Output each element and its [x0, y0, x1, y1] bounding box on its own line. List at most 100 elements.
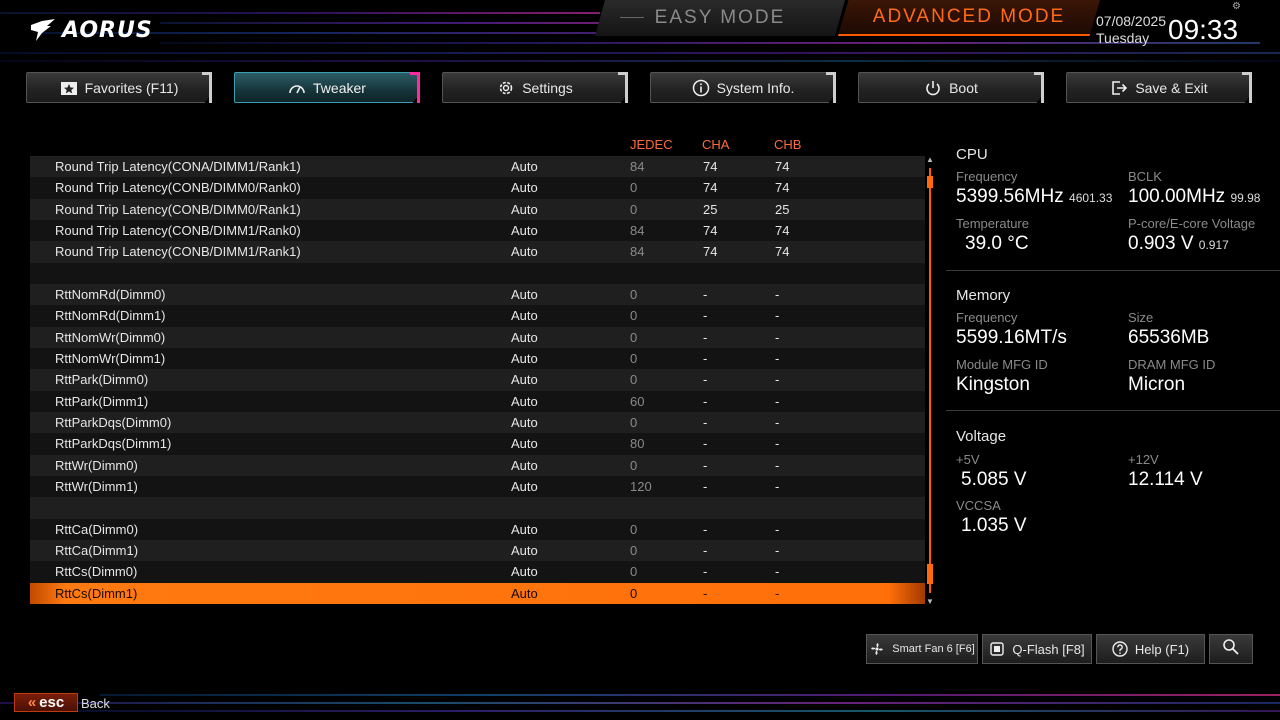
- scroll-down-icon[interactable]: ▼: [926, 598, 934, 606]
- table-row[interactable]: RttPark(Dimm1) Auto 60 - -: [30, 390, 925, 412]
- easy-mode-dash: [620, 17, 644, 18]
- cha-value: -: [703, 329, 708, 345]
- table-row[interactable]: Round Trip Latency(CONB/DIMM1/Rank0) Auto…: [30, 219, 925, 242]
- tab-save-exit[interactable]: Save & Exit: [1066, 72, 1252, 103]
- bclk-value: 100.00MHz 99.98: [1128, 186, 1260, 208]
- chb-value: -: [775, 329, 780, 345]
- chb-value: -: [775, 393, 780, 409]
- v12-value: 12.114 V: [1128, 469, 1203, 490]
- tab-favorites[interactable]: Favorites (F11): [26, 72, 212, 103]
- fan-icon: [869, 641, 885, 657]
- scrollbar[interactable]: ▲ ▼: [926, 156, 934, 606]
- chb-value: 74: [775, 159, 790, 174]
- cha-value: -: [703, 542, 708, 558]
- table-row[interactable]: RttCa(Dimm0) Auto 0 - -: [30, 518, 925, 540]
- scroll-track[interactable]: [929, 168, 931, 593]
- setting-name: RttNomWr(Dimm1): [55, 350, 166, 366]
- tab-settings[interactable]: Settings: [442, 72, 628, 103]
- power-icon: [924, 79, 942, 97]
- qflash-button[interactable]: Q-Flash [F8]: [982, 634, 1092, 664]
- table-row[interactable]: RttCs(Dimm1) Auto 0 - -: [30, 582, 925, 604]
- temperature-value: 39.0 °C: [965, 233, 1029, 254]
- table-row[interactable]: Round Trip Latency(CONA/DIMM1/Rank1) Auto…: [30, 156, 925, 178]
- footer-decoration: [0, 690, 1280, 720]
- setting-name: RttNomWr(Dimm0): [55, 329, 166, 345]
- table-row[interactable]: RttParkDqs(Dimm0) Auto 0 - -: [30, 411, 925, 434]
- easy-mode-button[interactable]: EASY MODE: [595, 0, 845, 36]
- temperature-label: Temperature: [956, 216, 1029, 231]
- setting-value: Auto: [511, 180, 538, 196]
- table-row[interactable]: Round Trip Latency(CONB/DIMM0/Rank1) Auto…: [30, 198, 925, 220]
- memory-frequency-label: Frequency: [956, 310, 1018, 325]
- tab-system-info[interactable]: System Info.: [650, 72, 836, 103]
- tab-favorites-accent: [202, 72, 212, 103]
- cpu-section-title: CPU: [956, 146, 988, 163]
- advanced-mode-label: ADVANCED MODE: [872, 6, 1066, 27]
- jedec-value: 84: [630, 244, 645, 260]
- jedec-value: 0: [630, 521, 638, 537]
- table-row[interactable]: RttParkDqs(Dimm1) Auto 80 - -: [30, 433, 925, 455]
- dram-mfg-value: Micron: [1128, 374, 1186, 395]
- setting-value: Auto: [511, 414, 538, 430]
- tab-settings-accent: [618, 72, 628, 103]
- setting-name: Round Trip Latency(CONB/DIMM1/Rank1): [55, 244, 301, 260]
- settings-list: Round Trip Latency(CONA/DIMM1/Rank1) Auto…: [30, 156, 925, 604]
- chb-value: -: [775, 414, 780, 430]
- setting-value: Auto: [511, 201, 538, 217]
- settings-gear-icon[interactable]: ⚙: [1232, 1, 1242, 12]
- tab-boot[interactable]: Boot: [858, 72, 1044, 103]
- brand-name: AORUS: [62, 17, 153, 43]
- scroll-thumb[interactable]: [927, 176, 933, 188]
- table-row[interactable]: Round Trip Latency(CONB/DIMM1/Rank1) Auto…: [30, 241, 925, 263]
- search-button[interactable]: [1209, 634, 1253, 664]
- advanced-mode-button[interactable]: ADVANCED MODE: [838, 0, 1100, 36]
- setting-value: Auto: [511, 585, 538, 601]
- table-row[interactable]: RttCa(Dimm1) Auto 0 - -: [30, 539, 925, 562]
- help-button[interactable]: Help (F1): [1096, 634, 1205, 664]
- bclk-label: BCLK: [1128, 169, 1162, 184]
- bclk: 100.00MHz: [1128, 186, 1226, 207]
- scroll-up-icon[interactable]: ▲: [926, 156, 934, 164]
- tab-save-exit-label: Save & Exit: [1135, 79, 1208, 96]
- jedec-value: 120: [630, 478, 652, 494]
- help-label: Help (F1): [1134, 641, 1190, 657]
- cha-value: -: [703, 414, 708, 430]
- help-icon: [1112, 641, 1128, 657]
- setting-name: Round Trip Latency(CONA/DIMM1/Rank1): [55, 159, 301, 174]
- smart-fan-button[interactable]: Smart Fan 6 [F6]: [866, 634, 978, 664]
- table-row[interactable]: RttWr(Dimm0) Auto 0 - -: [30, 454, 925, 476]
- cha-value: 74: [703, 159, 718, 174]
- jedec-value: 0: [630, 372, 638, 388]
- table-row[interactable]: RttNomWr(Dimm0) Auto 0 - -: [30, 326, 925, 348]
- chb-value: -: [775, 308, 780, 324]
- tab-boot-label: Boot: [949, 79, 978, 96]
- table-row[interactable]: RttCs(Dimm0) Auto 0 - -: [30, 561, 925, 583]
- tab-tweaker[interactable]: Tweaker: [234, 72, 420, 103]
- esc-button[interactable]: « esc: [14, 693, 78, 712]
- setting-name: Round Trip Latency(CONB/DIMM1/Rank0): [55, 222, 301, 238]
- table-row[interactable]: RttWr(Dimm1) Auto 120 - -: [30, 475, 925, 498]
- tab-system-info-accent: [826, 72, 836, 103]
- memory-size-value: 65536MB: [1128, 327, 1210, 348]
- memory-frequency-value: 5599.16MT/s: [956, 327, 1067, 348]
- back-label: Back: [81, 696, 110, 711]
- cha-value: 74: [703, 180, 718, 196]
- table-row[interactable]: RttPark(Dimm0) Auto 0 - -: [30, 369, 925, 391]
- chb-value: 25: [775, 201, 790, 217]
- table-row[interactable]: RttNomRd(Dimm0) Auto 0 - -: [30, 283, 925, 306]
- setting-value: Auto: [511, 372, 538, 388]
- table-row[interactable]: RttNomWr(Dimm1) Auto 0 - -: [30, 347, 925, 370]
- table-row[interactable]: Round Trip Latency(CONB/DIMM0/Rank0) Auto…: [30, 177, 925, 199]
- table-row[interactable]: RttNomRd(Dimm1) Auto 0 - -: [30, 305, 925, 327]
- easy-mode-label: EASY MODE: [654, 7, 786, 28]
- jedec-value: 0: [630, 414, 638, 430]
- jedec-value: 0: [630, 286, 638, 302]
- jedec-value: 0: [630, 329, 638, 345]
- core-voltage: 0.903 V: [1128, 233, 1194, 254]
- module-mfg-label: Module MFG ID: [956, 357, 1048, 372]
- chb-value: 74: [775, 222, 790, 238]
- scroll-thumb-end[interactable]: [927, 564, 933, 584]
- day-text: Tuesday: [1096, 30, 1150, 46]
- setting-value: Auto: [511, 159, 538, 174]
- cha-value: -: [703, 564, 708, 580]
